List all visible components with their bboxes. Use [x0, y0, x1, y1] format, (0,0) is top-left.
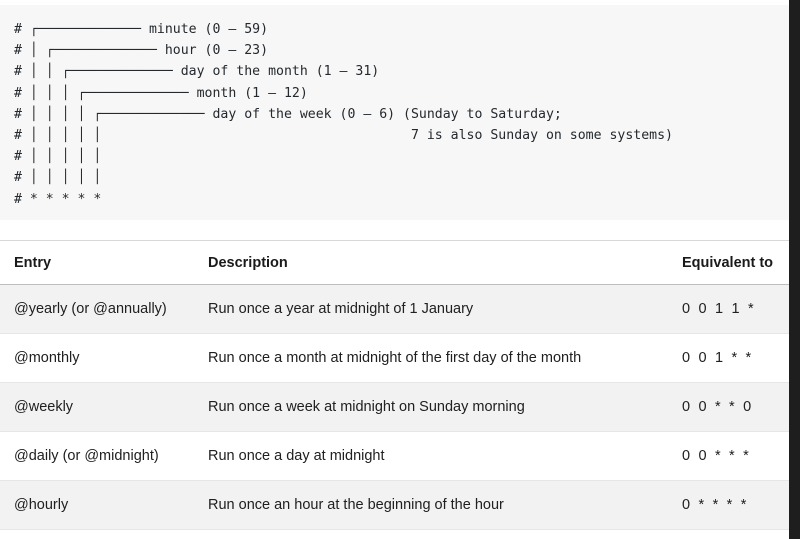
crontab-code-text: # ┌───────────── minute (0 – 59) # │ ┌──…	[14, 22, 673, 207]
cron-expression: 0 * * * *	[682, 497, 749, 513]
cell-entry: @daily (or @midnight)	[0, 431, 208, 481]
cell-equivalent-to: 0 0 * * 0	[682, 382, 789, 432]
cron-special-strings-table: Entry Description Equivalent to @yearly …	[0, 240, 789, 530]
cell-entry: @yearly (or @annually)	[0, 284, 208, 334]
cron-expression: 0 0 * * *	[682, 448, 751, 464]
cron-expression: 0 0 1 1 *	[682, 301, 756, 317]
table-row: @yearly (or @annually) Run once a year a…	[0, 284, 789, 334]
cell-description: Run once a month at midnight of the firs…	[208, 333, 682, 383]
column-header-description: Description	[208, 240, 682, 285]
table-body: @yearly (or @annually) Run once a year a…	[0, 284, 789, 530]
cell-entry: @weekly	[0, 382, 208, 432]
table-row: @monthly Run once a month at midnight of…	[0, 333, 789, 383]
cron-expression: 0 0 1 * *	[682, 350, 754, 366]
cell-description: Run once a year at midnight of 1 January	[208, 284, 682, 334]
vertical-scrollbar[interactable]	[789, 0, 800, 539]
table-row: @weekly Run once a week at midnight on S…	[0, 382, 789, 432]
cell-entry: @monthly	[0, 333, 208, 383]
cell-equivalent-to: 0 * * * *	[682, 480, 789, 530]
cell-entry: @hourly	[0, 480, 208, 530]
cell-equivalent-to: 0 0 * * *	[682, 431, 789, 481]
cron-special-strings-table-wrapper: Entry Description Equivalent to @yearly …	[0, 240, 789, 530]
table-head: Entry Description Equivalent to	[0, 240, 789, 285]
crontab-code-block: # ┌───────────── minute (0 – 59) # │ ┌──…	[0, 5, 789, 220]
table-row: @hourly Run once an hour at the beginnin…	[0, 480, 789, 530]
cron-expression: 0 0 * * 0	[682, 399, 754, 415]
cell-equivalent-to: 0 0 1 1 *	[682, 284, 789, 334]
column-header-equivalent-to: Equivalent to	[682, 240, 789, 285]
column-header-entry: Entry	[0, 240, 208, 285]
cell-equivalent-to: 0 0 1 * *	[682, 333, 789, 383]
page-root: # ┌───────────── minute (0 – 59) # │ ┌──…	[0, 0, 800, 539]
document-content: # ┌───────────── minute (0 – 59) # │ ┌──…	[0, 0, 789, 539]
table-row: @daily (or @midnight) Run once a day at …	[0, 431, 789, 481]
cell-description: Run once a day at midnight	[208, 431, 682, 481]
table-header-row: Entry Description Equivalent to	[0, 240, 789, 285]
cell-description: Run once a week at midnight on Sunday mo…	[208, 382, 682, 432]
cell-description: Run once an hour at the beginning of the…	[208, 480, 682, 530]
